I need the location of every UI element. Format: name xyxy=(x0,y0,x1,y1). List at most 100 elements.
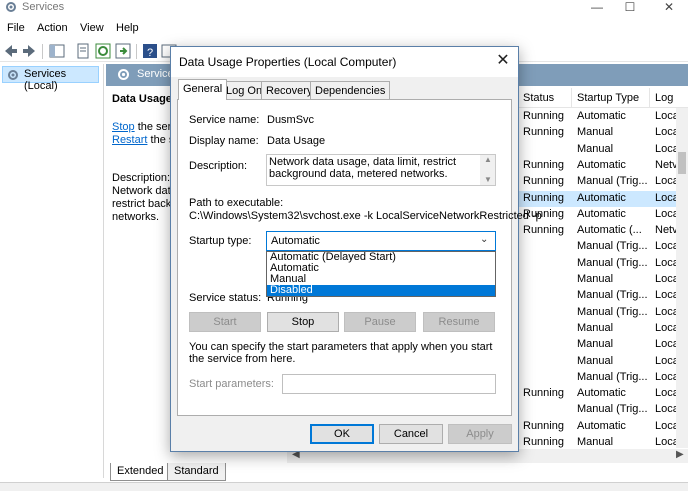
table-row[interactable]: Running Automatic Netv xyxy=(519,158,688,174)
menu-help[interactable]: Help xyxy=(116,22,139,34)
pause-button[interactable]: Pause xyxy=(344,312,416,332)
scroll-down-icon[interactable]: ▼ xyxy=(484,175,492,184)
table-row[interactable]: Manual Loca xyxy=(519,272,688,288)
display-name-label: Display name: xyxy=(189,135,259,147)
cancel-button[interactable]: Cancel xyxy=(379,424,443,444)
tab-extended[interactable]: Extended xyxy=(110,463,171,481)
back-arrow-icon[interactable] xyxy=(3,43,19,59)
menu-file[interactable]: File xyxy=(7,22,25,34)
table-row[interactable]: Manual (Trig... Loca xyxy=(519,256,688,272)
menu-view[interactable]: View xyxy=(80,22,104,34)
detail-desc-line: networks. xyxy=(112,211,160,223)
path-value: C:\Windows\System32\svchost.exe -k Local… xyxy=(189,210,542,222)
description-textbox[interactable]: Network data usage, data limit, restrict… xyxy=(266,154,496,186)
cell-status: Running xyxy=(523,419,564,432)
table-row[interactable]: Manual (Trig... Loca xyxy=(519,305,688,321)
tab-dependencies[interactable]: Dependencies xyxy=(310,81,391,99)
tree-item-label: Services (Local) xyxy=(24,68,67,92)
cell-status: Running xyxy=(523,158,564,171)
cell-startup-type: Automatic xyxy=(577,110,626,122)
view-tabs: Extended Standard xyxy=(106,463,688,481)
table-row[interactable]: Manual Loca xyxy=(519,337,688,353)
table-row[interactable]: Running Automatic (... Netv xyxy=(519,223,688,239)
cell-startup-type: Automatic xyxy=(577,419,626,432)
service-name-value: DusmSvc xyxy=(267,114,315,126)
table-row[interactable]: Running Automatic Loca xyxy=(519,419,688,435)
table-row[interactable]: Running Manual Loca xyxy=(519,125,688,141)
minimize-icon[interactable]: — xyxy=(585,0,609,17)
cell-startup-type: Manual xyxy=(577,436,614,448)
close-icon[interactable]: ✕ xyxy=(657,0,681,17)
show-hide-console-tree-icon[interactable] xyxy=(49,43,65,59)
start-button[interactable]: Start xyxy=(189,312,261,332)
start-params-input[interactable] xyxy=(282,374,496,394)
svg-text:?: ? xyxy=(147,47,153,59)
table-row[interactable]: Running Manual (Trig... Loca xyxy=(519,174,688,190)
services-gear-icon xyxy=(118,69,129,80)
vertical-scroll-thumb[interactable] xyxy=(678,152,686,174)
table-row[interactable]: Manual Loca xyxy=(519,321,688,337)
tab-general[interactable]: General xyxy=(178,79,228,100)
content-header-title: Service xyxy=(137,68,174,80)
services-gear-icon xyxy=(6,2,16,12)
cell-status: Running xyxy=(523,175,564,188)
table-row[interactable]: Manual (Trig... Loca xyxy=(519,402,688,418)
tab-recovery[interactable]: Recovery xyxy=(261,81,318,99)
col-log-on-as[interactable]: Log xyxy=(655,92,673,104)
description-scrollbar[interactable]: ▲ ▼ xyxy=(480,155,495,185)
table-row[interactable]: Running Automatic Loca xyxy=(519,207,688,223)
menu-action[interactable]: Action xyxy=(37,22,68,34)
stop-button[interactable]: Stop xyxy=(267,312,339,332)
close-icon[interactable]: ✕ xyxy=(492,51,514,73)
tab-standard[interactable]: Standard xyxy=(167,463,226,481)
console-tree xyxy=(0,64,104,478)
cell-startup-type: Manual xyxy=(577,354,614,367)
properties-sheet-icon[interactable] xyxy=(75,43,91,59)
help-icon[interactable]: ? xyxy=(142,43,158,59)
apply-button[interactable]: Apply xyxy=(448,424,512,444)
startup-type-label: Startup type: xyxy=(189,235,252,247)
cell-startup-type: Automatic xyxy=(577,207,626,220)
resume-button[interactable]: Resume xyxy=(423,312,495,332)
service-name-label: Service name: xyxy=(189,114,260,126)
table-row[interactable]: Manual (Trig... Loca xyxy=(519,239,688,255)
table-row[interactable]: Manual Loca xyxy=(519,142,688,158)
export-list-icon[interactable] xyxy=(115,43,131,59)
stop-service-link[interactable]: Stop xyxy=(112,121,135,133)
col-status[interactable]: Status xyxy=(523,92,554,104)
description-text: Network data usage, data limit, restrict… xyxy=(269,156,457,180)
table-row[interactable]: Running Automatic Loca xyxy=(519,386,688,402)
cell-status: Running xyxy=(523,224,564,237)
detail-desc-line: Description: xyxy=(112,172,171,184)
scroll-right-icon[interactable]: ▶ xyxy=(676,449,684,460)
table-row[interactable]: Manual (Trig... Loca xyxy=(519,370,688,386)
startup-type-dropdown: Automatic (Delayed Start) Automatic Manu… xyxy=(266,251,496,297)
cell-startup-type: Manual (Trig... xyxy=(577,403,648,416)
scroll-up-icon[interactable]: ▲ xyxy=(484,155,492,164)
option-disabled[interactable]: Disabled xyxy=(267,285,495,296)
restart-service-link[interactable]: Restart xyxy=(112,134,147,146)
detail-desc-line: Network data xyxy=(112,185,177,197)
forward-arrow-icon[interactable] xyxy=(21,43,37,59)
refresh-icon[interactable] xyxy=(95,43,111,59)
table-row[interactable]: Manual Loca xyxy=(519,354,688,370)
col-startup-type[interactable]: Startup Type xyxy=(577,92,639,104)
detail-service-name: Data Usage xyxy=(112,93,172,105)
start-params-label: Start parameters: xyxy=(189,378,274,390)
detail-pane: Data Usage Stop the serv Restart the se … xyxy=(106,86,181,461)
tree-item-services-local[interactable]: Services (Local) xyxy=(2,66,99,92)
properties-dialog: Data Usage Properties (Local Computer) ✕… xyxy=(170,46,542,452)
service-status-label: Service status: xyxy=(189,292,262,304)
table-row[interactable]: Running Automatic Loca xyxy=(519,109,688,125)
ok-button[interactable]: OK xyxy=(310,424,374,444)
startup-type-select[interactable]: Automatic ⌄ xyxy=(266,231,496,251)
cell-startup-type: Manual xyxy=(577,126,614,139)
cell-status: Running xyxy=(523,110,564,122)
dialog-title: Data Usage Properties (Local Computer) xyxy=(179,55,397,69)
menu-bar: File Action View Help xyxy=(0,19,688,39)
cell-startup-type: Automatic xyxy=(577,387,626,400)
cell-startup-type: Manual (Trig... xyxy=(577,240,648,253)
maximize-icon[interactable]: ☐ xyxy=(618,0,642,17)
table-row[interactable]: Manual (Trig... Loca xyxy=(519,288,688,304)
table-row[interactable]: Running Automatic Loca xyxy=(519,190,688,207)
